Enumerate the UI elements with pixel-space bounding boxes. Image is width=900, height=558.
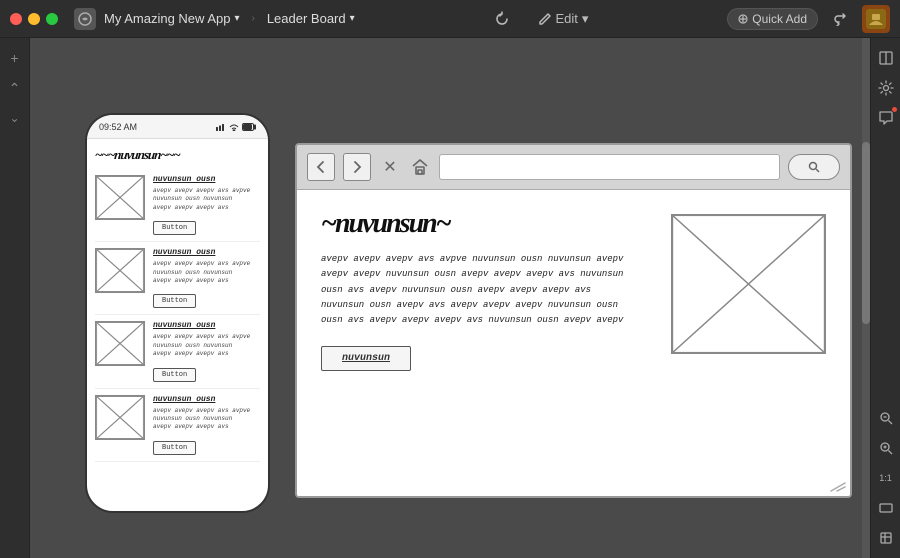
back-button[interactable] [307,153,335,181]
list-item: nuvunsun ousn avepv avepv avepv avs avpv… [95,169,260,242]
history-button[interactable] [486,7,518,31]
phone-content: ~~~nuvunsun~~~ nuvunsun ousn avepv avepv… [87,139,268,470]
phone-item-text: nuvunsun ousn avepv avepv avepv avs avpv… [153,248,260,308]
zoom-out-icon[interactable] [874,406,898,430]
share-button[interactable] [826,5,854,33]
browser-footer [826,478,850,496]
item-body: avepv avepv avepv avs avpvenuvunsun ousn… [153,333,260,358]
browser-heading: ~nuvunsun~ [321,210,651,238]
scrollbar[interactable] [862,38,870,558]
board-name-chevron: ▾ [350,13,355,24]
item-button[interactable]: Button [153,368,196,382]
user-panel-icon[interactable] [874,46,898,70]
board-name[interactable]: Leader Board ▾ [267,11,355,26]
fit-width-icon[interactable] [874,496,898,520]
phone-time: 09:52 AM [99,122,137,132]
stop-button[interactable]: ✕ [379,156,401,178]
item-title: nuvunsun ousn [153,321,260,330]
maximize-button[interactable] [46,13,58,25]
search-button[interactable] [788,154,840,180]
left-sidebar: + ⌃ ⌄ [0,38,30,558]
scrollbar-thumb[interactable] [862,142,870,324]
phone-item-text: nuvunsun ousn avepv avepv avepv avs avpv… [153,175,260,235]
browser-image-placeholder [671,214,826,354]
app-name[interactable]: My Amazing New App ▾ [104,11,239,26]
item-button[interactable]: Button [153,294,196,308]
close-button[interactable] [10,13,22,25]
fit-all-icon[interactable] [874,526,898,550]
app-name-chevron: ▾ [234,13,239,24]
image-placeholder [95,175,145,220]
browser-body-text: avepv avepv avepv avs avpve nuvunsun ous… [321,252,651,328]
phone-item-text: nuvunsun ousn avepv avepv avepv avs avpv… [153,395,260,455]
zoom-in-icon[interactable] [874,436,898,460]
browser-content: ~nuvunsun~ avepv avepv avepv avs avpve n… [297,190,850,496]
comments-icon[interactable] [874,106,898,130]
toolbar-center: Edit ▾ [363,7,720,31]
title-bar: My Amazing New App ▾ › Leader Board ▾ Ed… [0,0,900,38]
image-placeholder [95,395,145,440]
item-body: avepv avepv avepv avs avpvenuvunsun ousn… [153,187,260,212]
traffic-lights [10,13,58,25]
image-placeholder [95,248,145,293]
avatar[interactable] [862,5,890,33]
minimize-button[interactable] [28,13,40,25]
item-button[interactable]: Button [153,221,196,235]
url-bar[interactable] [439,154,780,180]
list-item: nuvunsun ousn avepv avepv avepv avs avpv… [95,389,260,462]
cta-button[interactable]: nuvunsun [321,346,411,371]
phone-wireframe: 09:52 AM ~~~nuvunsun~~~ [85,113,270,513]
chevron-down-icon[interactable]: ⌄ [3,106,27,130]
browser-text-area: ~nuvunsun~ avepv avepv avepv avs avpve n… [321,210,651,476]
item-title: nuvunsun ousn [153,395,260,404]
item-body: avepv avepv avepv avs avpvenuvunsun ousn… [153,260,260,285]
browser-toolbar: ✕ [297,145,850,190]
phone-item-text: nuvunsun ousn avepv avepv avepv avs avpv… [153,321,260,381]
browser-wireframe: ✕ ~nuvunsun~ av [295,143,852,498]
breadcrumb-separator: › [251,13,254,24]
home-button[interactable] [409,156,431,178]
right-sidebar: 1:1 [870,38,900,558]
list-item: nuvunsun ousn avepv avepv avepv avs avpv… [95,315,260,388]
chevron-up-icon[interactable]: ⌃ [3,76,27,100]
item-body: avepv avepv avepv avs avpvenuvunsun ousn… [153,407,260,432]
phone-title: ~~~nuvunsun~~~ [94,147,260,163]
canvas-area: 09:52 AM ~~~nuvunsun~~~ [30,38,870,558]
zoom-fit-1to1[interactable]: 1:1 [879,466,892,490]
toolbar-right: Quick Add [727,5,890,33]
edit-button[interactable]: Edit ▾ [530,7,597,31]
settings-icon[interactable] [874,76,898,100]
item-button[interactable]: Button [153,441,196,455]
app-icon [74,8,96,30]
add-icon[interactable]: + [3,46,27,70]
item-title: nuvunsun ousn [153,175,260,184]
quick-add-button[interactable]: Quick Add [727,8,818,30]
item-title: nuvunsun ousn [153,248,260,257]
list-item: nuvunsun ousn avepv avepv avepv avs avpv… [95,242,260,315]
forward-button[interactable] [343,153,371,181]
phone-status-bar: 09:52 AM [87,115,268,139]
image-placeholder [95,321,145,366]
